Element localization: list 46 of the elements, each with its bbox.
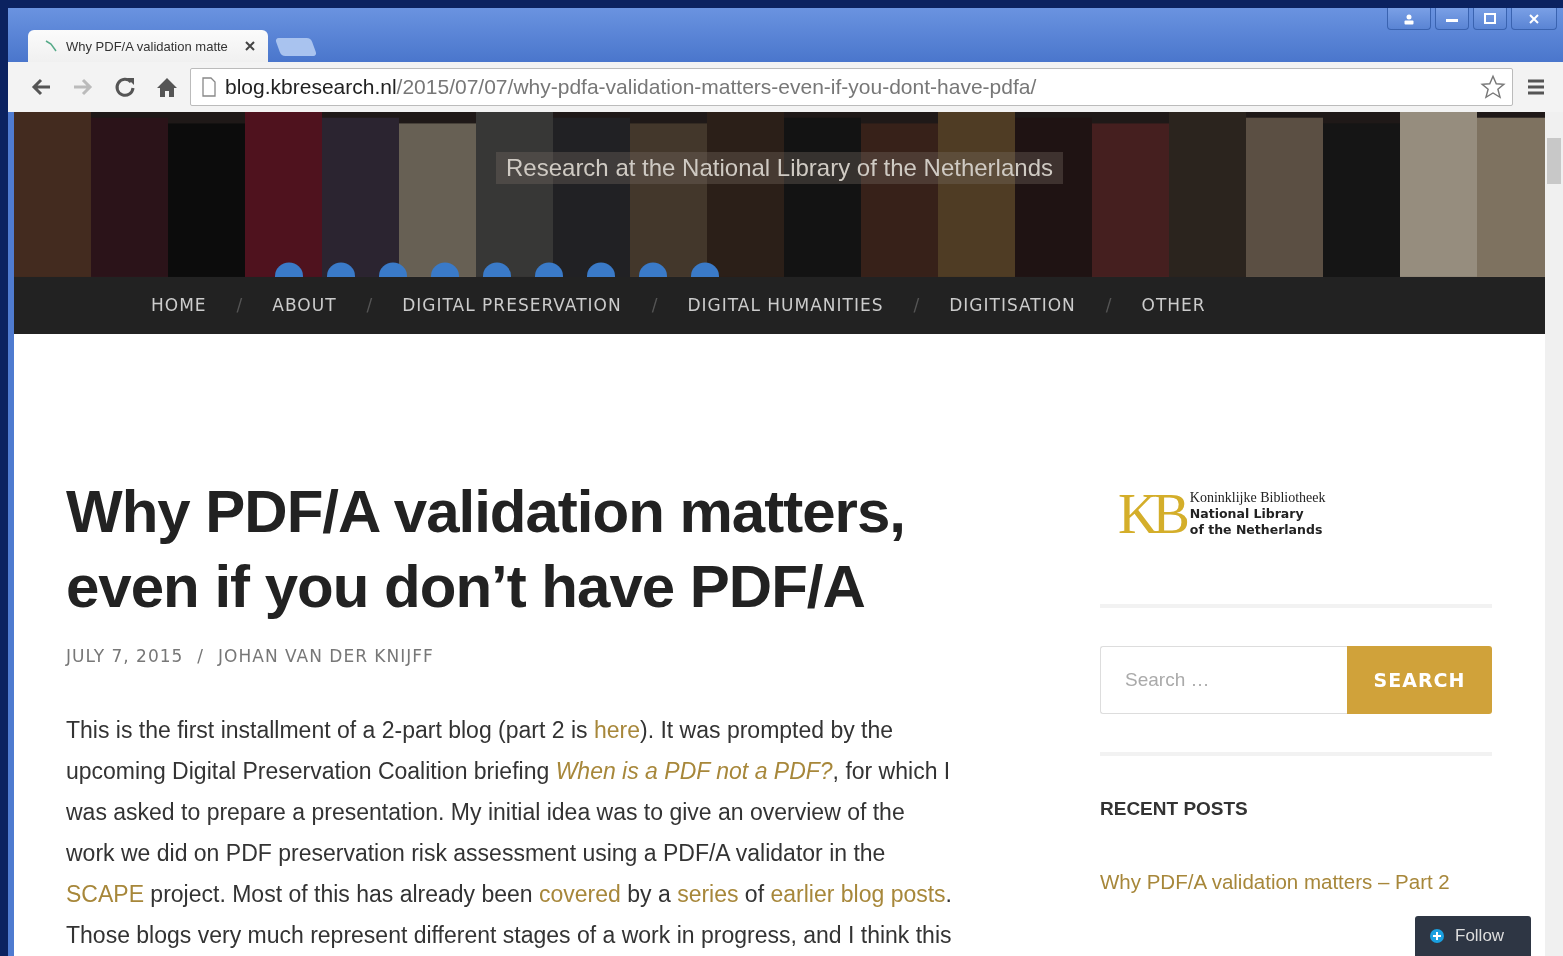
minimize-button[interactable]	[1435, 8, 1469, 30]
nav-separator: /	[366, 295, 373, 316]
profile-button[interactable]	[1387, 8, 1431, 30]
browser-tab[interactable]: Why PDF/A validation matte	[28, 30, 268, 62]
nav-link[interactable]: HOME	[151, 295, 207, 316]
address-bar[interactable]: blog.kbresearch.nl/2015/07/07/why-pdfa-validation-matters-even-if-you-dont-have-pdfa/	[190, 68, 1513, 106]
post-date: JULY 7, 2015	[66, 646, 184, 666]
logo-text: Koninklijke Bibliotheek	[1189, 490, 1326, 506]
nav-link[interactable]: DIGITAL PRESERVATION	[402, 295, 622, 316]
follow-button[interactable]: Follow	[1415, 916, 1531, 956]
menu-icon	[1527, 78, 1545, 96]
arrow-left-icon	[30, 77, 52, 97]
search-field[interactable]: Search …	[1100, 646, 1347, 714]
nav-separator: /	[651, 295, 658, 316]
scrollbar[interactable]	[1545, 112, 1563, 956]
logo-text: National Library	[1189, 506, 1305, 522]
logo-mark: KB	[1118, 486, 1184, 542]
nav-separator: /	[236, 295, 243, 316]
nav-link[interactable]: DIGITAL HUMANITIES	[687, 295, 884, 316]
maximize-icon	[1483, 12, 1497, 25]
person-icon	[1403, 12, 1415, 25]
home-icon	[156, 76, 178, 98]
reload-icon	[114, 76, 136, 98]
section-heading: RECENT POSTS	[1100, 798, 1249, 820]
post-title: Why PDF/A validation matters, even if you don’t have PDF/A	[66, 477, 906, 622]
loading-icon	[44, 39, 58, 53]
logo-text: of the Netherlands	[1189, 522, 1324, 538]
nav-link[interactable]: DIGITISATION	[949, 295, 1076, 316]
meta-separator: /	[197, 646, 205, 666]
nav-separator: /	[1105, 295, 1112, 316]
url-text: blog.kbresearch.nl/2015/07/07/why-pdfa-validation-matters-even-if-you-dont-have-pdfa/	[225, 75, 1038, 99]
close-icon	[244, 40, 256, 52]
plus-icon	[1429, 928, 1445, 944]
page-icon	[201, 77, 217, 97]
maximize-button[interactable]	[1473, 8, 1507, 30]
tab-title: Why PDF/A validation matte	[66, 38, 229, 54]
arrow-right-icon	[72, 77, 94, 97]
post-author: JOHAN VAN DER KNIJFF	[218, 646, 434, 666]
nav-separator: /	[913, 295, 920, 316]
close-icon	[1528, 12, 1540, 25]
nav-link[interactable]: OTHER	[1141, 295, 1206, 316]
close-button[interactable]	[1511, 8, 1557, 30]
post-paragraph: This is the first installment of a 2-part blog (part 2 is here). It was prompted by the upcoming Digital Preservation Coalition briefing When is a PDF not a PDF?, for which I was asked to prepare a presentation. My initial idea was to give an overview of the work we did on PDF preservation risk assessment using a PDF/A validator in the SCAPE project. Most of this has already been covered by a series of earlier blog posts. Those blogs very much represent different stages of a work in progress, and I think this	[66, 716, 953, 950]
site-tagline: Research at the National Library of the Netherlands	[496, 152, 1063, 184]
star-icon	[1480, 74, 1506, 100]
nav-link[interactable]: ABOUT	[272, 295, 337, 316]
